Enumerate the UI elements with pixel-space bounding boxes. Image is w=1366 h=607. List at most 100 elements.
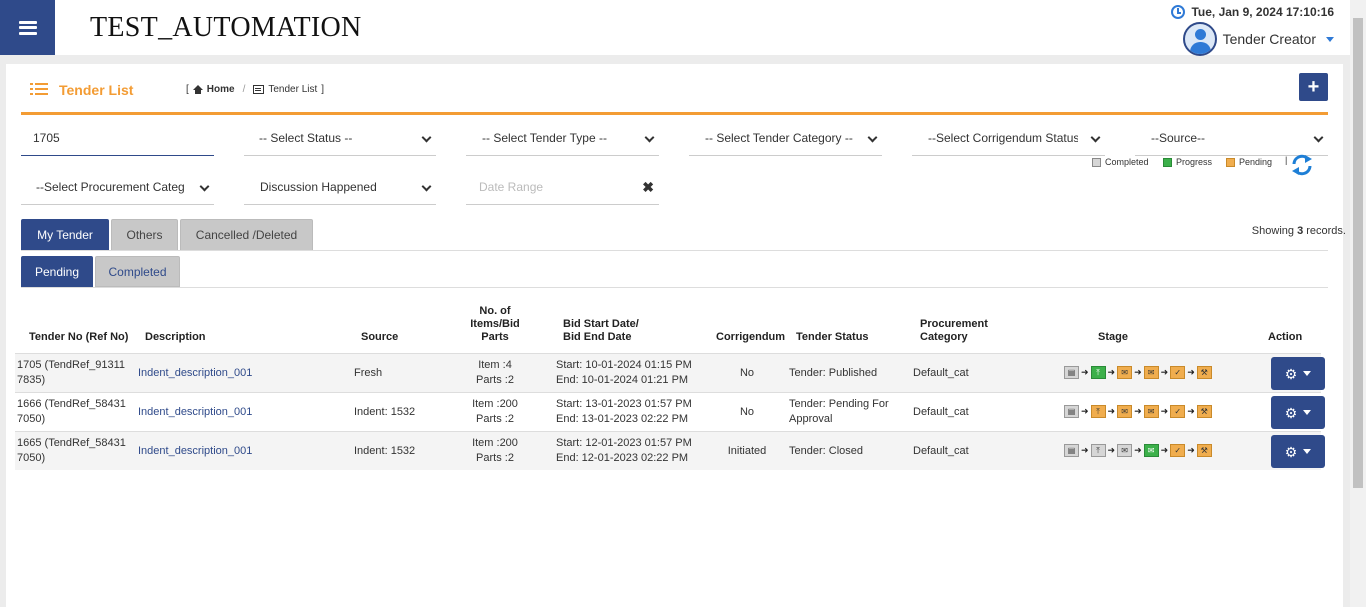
check-icon: ✓ — [1170, 366, 1186, 379]
card-header: Tender List [ Home / Tender List ] + — [21, 64, 1328, 115]
tab-my-tender[interactable]: My Tender — [21, 219, 109, 251]
date-range-input[interactable]: Date Range ✖ — [466, 169, 659, 205]
arrow-right-icon: ➜ — [1081, 445, 1089, 455]
chevron-down-icon — [867, 132, 878, 143]
tab-cancelled-deleted[interactable]: Cancelled /Deleted — [180, 219, 313, 251]
arrow-right-icon: ➜ — [1160, 367, 1169, 377]
header-source: Source — [361, 331, 399, 343]
procurement-category-select[interactable]: --Select Procurement Category-- — [21, 169, 214, 205]
description-link[interactable]: Indent_description_001 — [138, 366, 252, 381]
source-cell: Fresh — [354, 367, 383, 379]
records-count: Showing 3 records. — [1251, 225, 1346, 237]
source-cell: Indent: 1532 — [354, 445, 416, 457]
header-procurement-category: Procurement Category — [920, 318, 988, 343]
header-corrigendum: Corrigendum — [716, 331, 786, 343]
corrigendum-cell: No — [739, 367, 755, 379]
header-bid-dates: Bid Start Date/ Bid End Date — [563, 318, 639, 343]
document-icon: ▤ — [1064, 444, 1079, 457]
envelope-open-icon: ✉ — [1117, 366, 1133, 379]
items-cell: Item :200 Parts :2 — [472, 398, 518, 425]
tender-status-cell: Tender: Pending For Approval — [789, 398, 889, 425]
document-icon: ▤ — [1064, 405, 1079, 418]
close-icon[interactable]: ✖ — [642, 179, 654, 196]
stage-tracker: ▤ ➜ ⤒ ➜ ✉ ➜ ✉ ➜ ✓ ➜ ⚒ — [1064, 405, 1212, 418]
breadcrumb-tender-list: Tender List — [268, 84, 318, 95]
chevron-down-icon — [421, 181, 432, 192]
arrow-right-icon: ➜ — [1107, 445, 1116, 455]
table-row: 1705 (TendRef_91311 7835) Indent_descrip… — [15, 353, 1325, 392]
corrigendum-status-select[interactable]: --Select Corrigendum Status-- — [912, 120, 1105, 156]
add-tender-button[interactable]: + — [1299, 73, 1328, 101]
description-link[interactable]: Indent_description_001 — [138, 405, 252, 420]
header-tender-status: Tender Status — [796, 331, 869, 343]
datetime-text: Tue, Jan 9, 2024 17:10:16 — [1191, 5, 1334, 19]
arrow-right-icon: ➜ — [1134, 445, 1142, 455]
chevron-down-icon — [1303, 371, 1312, 376]
status-select[interactable]: -- Select Status -- — [244, 120, 436, 156]
header-action: Action — [1268, 331, 1303, 343]
header-tender-no: Tender No (Ref No) — [29, 331, 129, 343]
list-icon — [253, 85, 265, 94]
arrow-right-icon: ➜ — [1107, 367, 1116, 377]
tab-others[interactable]: Others — [111, 219, 178, 251]
arrow-right-icon: ➜ — [1081, 367, 1089, 377]
upload-icon: ⤒ — [1090, 444, 1106, 457]
corrigendum-cell: No — [739, 406, 755, 418]
search-input[interactable]: 1705 — [21, 120, 214, 156]
hamburger-menu-button[interactable] — [0, 0, 55, 55]
top-bar: TEST_AUTOMATION Tue, Jan 9, 2024 17:10:1… — [0, 0, 1350, 56]
arrow-right-icon: ➜ — [1107, 406, 1116, 416]
plus-icon: + — [1307, 76, 1320, 98]
tab-completed[interactable]: Completed — [95, 256, 180, 287]
action-menu-button[interactable]: ⚙ — [1271, 357, 1325, 390]
tender-category-select[interactable]: -- Select Tender Category -- — [689, 120, 882, 156]
refresh-icon[interactable] — [1290, 153, 1314, 177]
vertical-scrollbar[interactable] — [1350, 0, 1366, 607]
check-icon: ✓ — [1170, 405, 1186, 418]
gavel-icon: ⚒ — [1196, 444, 1212, 457]
envelope-icon: ✉ — [1143, 405, 1159, 418]
source-cell: Indent: 1532 — [354, 406, 416, 418]
menu-icon — [18, 20, 37, 35]
header-stage: Stage — [1098, 331, 1128, 343]
tender-no-cell: 1705 (TendRef_91311 7835) — [17, 359, 126, 386]
arrow-right-icon: ➜ — [1187, 406, 1195, 416]
procurement-category-cell: Default_cat — [913, 406, 969, 418]
home-icon — [192, 85, 203, 94]
source-select[interactable]: --Source-- — [1135, 120, 1328, 156]
table-row: 1666 (TendRef_58431 7050) Indent_descrip… — [15, 392, 1325, 431]
items-cell: Item :4 Parts :2 — [476, 359, 514, 386]
discussion-select[interactable]: Discussion Happened — [244, 169, 436, 205]
envelope-icon: ✉ — [1143, 366, 1159, 379]
tab-pending[interactable]: Pending — [21, 256, 93, 287]
action-menu-button[interactable]: ⚙ — [1271, 435, 1325, 468]
description-link[interactable]: Indent_description_001 — [138, 444, 252, 459]
legend-pending: Pending — [1226, 157, 1272, 167]
procurement-category-cell: Default_cat — [913, 367, 969, 379]
envelope-open-icon: ✉ — [1117, 444, 1133, 457]
breadcrumb: [ Home / Tender List ] — [186, 84, 325, 95]
arrow-right-icon: ➜ — [1160, 445, 1169, 455]
tender-status-cell: Tender: Published — [789, 367, 878, 379]
breadcrumb-home[interactable]: Home — [207, 84, 235, 95]
chevron-down-icon — [199, 181, 210, 192]
bid-dates-cell: Start: 10-01-2024 01:15 PM End: 10-01-20… — [556, 359, 692, 386]
upload-icon: ⤒ — [1090, 366, 1106, 379]
user-menu[interactable]: Tender Creator — [1182, 22, 1334, 56]
action-menu-button[interactable]: ⚙ — [1271, 396, 1325, 429]
arrow-right-icon: ➜ — [1081, 406, 1089, 416]
user-role: Tender Creator — [1222, 31, 1316, 47]
gavel-icon: ⚒ — [1196, 405, 1212, 418]
scrollbar-thumb[interactable] — [1353, 18, 1363, 488]
tender-type-select[interactable]: -- Select Tender Type -- — [466, 120, 659, 156]
arrow-right-icon: ➜ — [1187, 445, 1195, 455]
chevron-down-icon — [1326, 36, 1334, 42]
upload-icon: ⤒ — [1090, 405, 1106, 418]
chevron-down-icon — [1303, 410, 1312, 415]
bid-dates-cell: Start: 12-01-2023 01:57 PM End: 12-01-20… — [556, 437, 692, 464]
app-title: TEST_AUTOMATION — [90, 12, 362, 43]
avatar — [1182, 22, 1217, 56]
chevron-down-icon — [1313, 132, 1324, 143]
datetime-display: Tue, Jan 9, 2024 17:10:16 — [1171, 5, 1334, 19]
page-title: Tender List — [59, 82, 134, 98]
